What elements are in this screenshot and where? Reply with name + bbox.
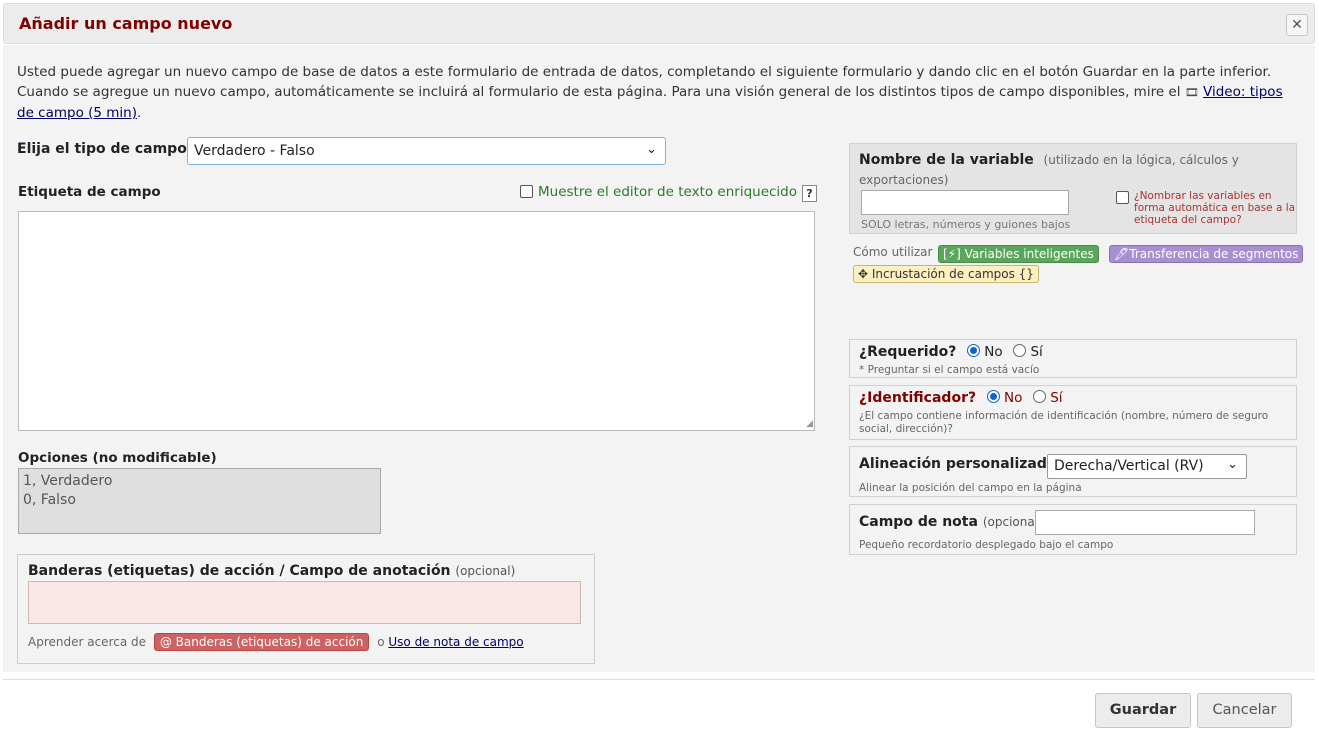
rich-text-checkbox[interactable] — [520, 185, 533, 198]
embedding-label: Incrustación de campos {} — [871, 267, 1034, 281]
required-yes-option[interactable]: Sí — [1013, 344, 1043, 360]
identifier-no-option[interactable]: No — [986, 390, 1023, 406]
chevron-down-icon: ⌄ — [1227, 457, 1238, 472]
auto-name-option[interactable]: ¿Nombrar las variables en forma automáti… — [1116, 190, 1296, 226]
variable-title-text: Nombre de la variable — [859, 152, 1034, 168]
alignment-panel: Alineación personalizada Derecha/Vertica… — [849, 446, 1297, 497]
close-button[interactable]: ✕ — [1286, 14, 1308, 36]
required-yes-label: Sí — [1030, 344, 1043, 360]
chevron-down-icon: ⌄ — [646, 142, 657, 157]
learn-about: Aprender acerca de @ Banderas (etiquetas… — [28, 633, 524, 651]
field-note-title: Campo de nota (opcional) — [859, 514, 1043, 530]
field-type-selected: Verdadero - Falso — [194, 143, 315, 159]
identifier-no-radio[interactable] — [986, 390, 1000, 403]
variable-name-panel: Nombre de la variable (utilizado en la l… — [849, 143, 1297, 234]
identifier-no-label: No — [1003, 390, 1023, 406]
howto-tags-row2: ✥ Incrustación de campos {} — [853, 265, 1039, 283]
close-icon: ✕ — [1291, 17, 1303, 33]
field-label-title: Etiqueta de campo — [18, 184, 161, 200]
learn-label: Aprender acerca de — [28, 635, 147, 649]
identifier-title: ¿Identificador? — [859, 390, 977, 406]
resize-grip-icon[interactable]: ◢ — [806, 419, 813, 429]
cancel-button[interactable]: Cancelar — [1197, 693, 1292, 728]
identifier-panel: ¿Identificador? No Sí ¿El campo contiene… — [849, 385, 1297, 440]
choices-title: Opciones (no modificable) — [18, 450, 217, 466]
action-tags-title-text: Banderas (etiquetas) de acción / Campo d… — [28, 563, 451, 579]
required-row: ¿Requerido? No Sí — [859, 344, 1043, 360]
move-icon: ✥ — [858, 267, 869, 281]
rich-text-toggle[interactable]: Muestre el editor de texto enriquecido — [520, 184, 797, 200]
field-note-input[interactable] — [1035, 510, 1255, 535]
field-note-panel: Campo de nota (opcional) Pequeño recorda… — [849, 504, 1297, 555]
save-button[interactable]: Guardar — [1095, 693, 1191, 728]
field-note-title-text: Campo de nota — [859, 514, 978, 530]
identifier-sub: ¿El campo contiene información de identi… — [859, 410, 1269, 435]
help-icon[interactable]: ? — [802, 185, 817, 202]
intro-end: . — [137, 105, 142, 121]
action-tags-title: Banderas (etiquetas) de acción / Campo d… — [28, 563, 515, 579]
footer-separator — [3, 679, 1315, 680]
field-note-link[interactable]: Uso de nota de campo — [388, 635, 523, 649]
required-no-option[interactable]: No — [967, 344, 1003, 360]
variable-name-input[interactable] — [861, 190, 1069, 215]
action-tags-button[interactable]: @ Banderas (etiquetas) de acción — [153, 633, 370, 651]
identifier-yes-option[interactable]: Sí — [1033, 390, 1063, 406]
howto-tags-row1: [⚡] Variables inteligentes 🖊Transferenci… — [938, 245, 1304, 263]
required-title: ¿Requerido? — [859, 344, 957, 360]
film-icon: 🎞 — [1184, 86, 1199, 99]
auto-name-label: ¿Nombrar las variables en forma automáti… — [1134, 190, 1296, 226]
intro-text: Usted puede agregar un nuevo campo de ba… — [17, 62, 1287, 123]
dialog-titlebar: Añadir un campo nuevo ✕ — [3, 3, 1315, 44]
or-label: o — [377, 635, 385, 649]
alignment-sub: Alinear la posición del campo en la pági… — [859, 482, 1082, 494]
action-tags-panel: Banderas (etiquetas) de acción / Campo d… — [17, 554, 595, 664]
auto-name-checkbox[interactable] — [1116, 191, 1129, 204]
howto-label: Cómo utilizar — [853, 245, 933, 259]
choice-line: 0, Falso — [23, 492, 76, 508]
field-embedding-button[interactable]: ✥ Incrustación de campos {} — [853, 265, 1039, 283]
required-panel: ¿Requerido? No Sí * Preguntar si el camp… — [849, 339, 1297, 378]
intro-paragraph: Usted puede agregar un nuevo campo de ba… — [17, 64, 1272, 100]
identifier-yes-label: Sí — [1050, 390, 1063, 406]
identifier-yes-radio[interactable] — [1033, 390, 1047, 403]
smart-variables-button[interactable]: [⚡] Variables inteligentes — [938, 245, 1099, 263]
field-type-label: Elija el tipo de campo — [17, 141, 187, 157]
required-sub: * Preguntar si el campo está vacío — [859, 364, 1040, 376]
choice-line: 1, Verdadero — [23, 473, 113, 489]
dialog-title: Añadir un campo nuevo — [19, 14, 233, 33]
optional-label: (opcional) — [455, 564, 516, 578]
choices-box: 1, Verdadero 0, Falso — [18, 468, 381, 534]
alignment-title: Alineación personalizada — [859, 456, 1057, 472]
alignment-select[interactable]: Derecha/Vertical (RV) ⌄ — [1047, 454, 1247, 479]
rich-text-label: Muestre el editor de texto enriquecido — [538, 184, 798, 200]
required-no-label: No — [984, 344, 1003, 360]
field-note-sub: Pequeño recordatorio desplegado bajo el … — [859, 539, 1114, 551]
variable-name-title: Nombre de la variable (utilizado en la l… — [859, 150, 1279, 190]
identifier-row: ¿Identificador? No Sí — [859, 390, 1063, 406]
variable-sub: SOLO letras, números y guiones bajos — [861, 218, 1071, 231]
alignment-selected: Derecha/Vertical (RV) — [1054, 458, 1204, 474]
required-no-radio[interactable] — [967, 344, 981, 357]
field-label-textarea[interactable]: ◢ — [18, 211, 815, 431]
required-yes-radio[interactable] — [1013, 344, 1027, 357]
pencil-icon: 🖊 — [1114, 247, 1130, 261]
field-note-optional: (opcional) — [982, 515, 1043, 529]
field-type-select[interactable]: Verdadero - Falso ⌄ — [187, 137, 666, 165]
action-tags-input[interactable] — [28, 581, 581, 624]
piping-button[interactable]: 🖊Transferencia de segmentos — [1109, 245, 1304, 263]
piping-label: Transferencia de segmentos — [1129, 247, 1299, 261]
